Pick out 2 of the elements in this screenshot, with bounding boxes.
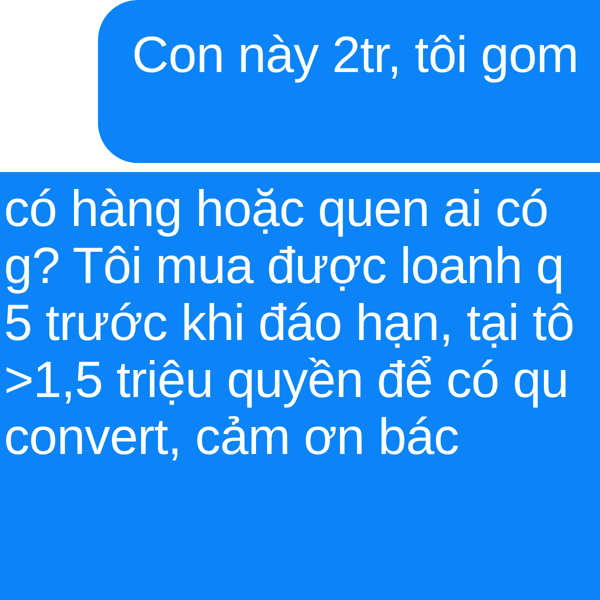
message-text: có hàng hoặc quen ai có g? Tôi mua được loanh q 5 trước khi đáo hạn, tại tô >1,5 triệu quyền để có qu convert, cảm ơn bác — [4, 180, 574, 465]
message-text: Con này 2tr, tôi gom — [132, 26, 578, 83]
